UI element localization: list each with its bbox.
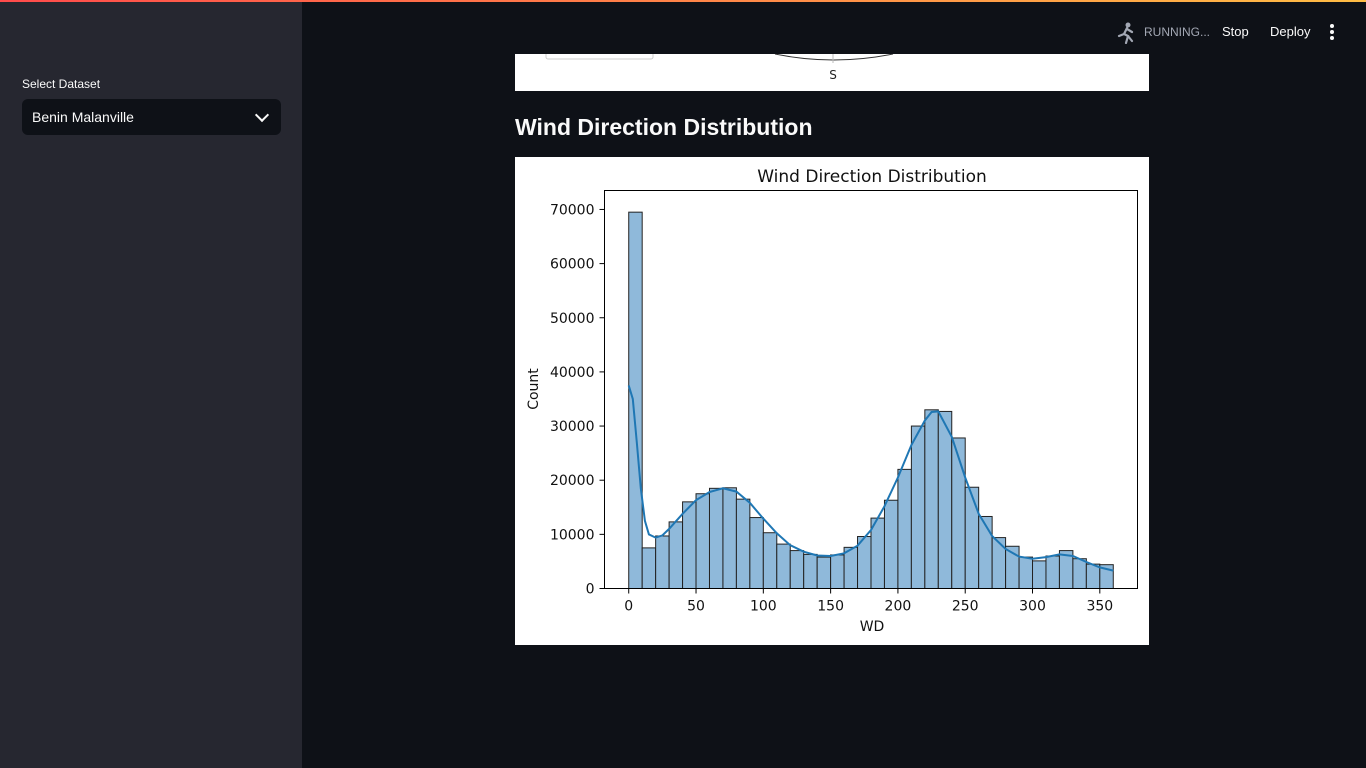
histogram-bar — [789, 550, 805, 590]
windrose-fragment: S — [545, 54, 894, 82]
histogram-bar — [749, 517, 764, 589]
y-axis-label: Count — [526, 368, 542, 410]
x-tick-label: 50 — [687, 599, 705, 615]
compass-south-label: S — [829, 68, 837, 82]
histogram-bar — [870, 517, 885, 589]
histogram-bar — [924, 409, 939, 589]
histogram-bar — [883, 499, 899, 589]
x-tick-label: 100 — [750, 599, 777, 615]
histogram-bar — [722, 487, 737, 590]
histogram-bar — [1032, 560, 1047, 589]
previous-chart-fragment: S — [515, 54, 1149, 91]
x-tick-label: 150 — [817, 599, 844, 615]
histogram-bar — [937, 410, 953, 589]
histogram-bar — [1072, 558, 1087, 589]
wind-direction-chart: Wind Direction Distribution 0 50 100 150 200… — [515, 157, 1149, 645]
vertical-dots-icon[interactable] — [1326, 24, 1338, 40]
select-dataset-label: Select Dataset — [22, 77, 101, 91]
histogram-bar — [1085, 563, 1101, 590]
histogram-bar — [776, 543, 791, 590]
chart-title: Wind Direction Distribution — [757, 167, 987, 187]
x-tick-label: 250 — [952, 599, 979, 615]
histogram-bar — [762, 532, 778, 590]
histogram-bar — [897, 468, 912, 590]
dataset-select-value: Benin Malanville — [32, 109, 134, 125]
histogram-bar — [1045, 555, 1060, 589]
histogram-bar — [951, 437, 966, 590]
histogram-bar — [964, 486, 980, 590]
running-person-icon — [1117, 22, 1134, 44]
histogram-bar — [695, 493, 710, 589]
x-tick-label: 0 — [624, 599, 633, 615]
x-tick-label: 200 — [885, 599, 912, 615]
histogram-svg: Wind Direction Distribution 0 50 100 150 200… — [526, 167, 1138, 635]
y-tick-label: 60000 — [550, 257, 595, 273]
y-tick-label: 0 — [586, 582, 595, 598]
histogram-bar — [1018, 556, 1034, 590]
histogram-bar — [830, 554, 845, 590]
histogram-bar — [735, 498, 751, 590]
chevron-down-icon — [254, 107, 270, 123]
y-tick-label: 40000 — [550, 365, 595, 381]
y-tick-label: 30000 — [550, 419, 595, 435]
sidebar: Select Dataset Benin Malanville — [0, 2, 302, 768]
dataset-select[interactable]: Benin Malanville — [22, 99, 281, 135]
x-tick-label: 350 — [1086, 599, 1113, 615]
histogram-bar — [910, 425, 926, 589]
x-axis-label: WD — [860, 619, 885, 635]
y-tick-label: 50000 — [550, 311, 595, 327]
y-tick-label: 20000 — [550, 473, 595, 489]
histogram-bar — [803, 553, 818, 589]
running-status: RUNNING... — [1144, 25, 1210, 39]
histogram-bar — [816, 556, 832, 590]
y-tick-label: 10000 — [550, 527, 595, 543]
section-title: Wind Direction Distribution — [515, 114, 813, 140]
histogram-bar — [628, 211, 643, 590]
stop-button[interactable]: Stop — [1222, 24, 1249, 39]
histogram-bar — [991, 537, 1007, 590]
histogram-bar — [682, 501, 697, 589]
histogram-bar — [708, 487, 724, 589]
histogram-bar — [843, 546, 859, 589]
histogram-bar — [641, 547, 657, 589]
deploy-button[interactable]: Deploy — [1270, 24, 1310, 39]
histogram-bar — [668, 521, 684, 589]
x-tick-label: 300 — [1019, 599, 1046, 615]
y-tick-label: 70000 — [550, 202, 595, 218]
histogram-bar — [655, 535, 670, 589]
histogram-bar — [978, 515, 993, 590]
